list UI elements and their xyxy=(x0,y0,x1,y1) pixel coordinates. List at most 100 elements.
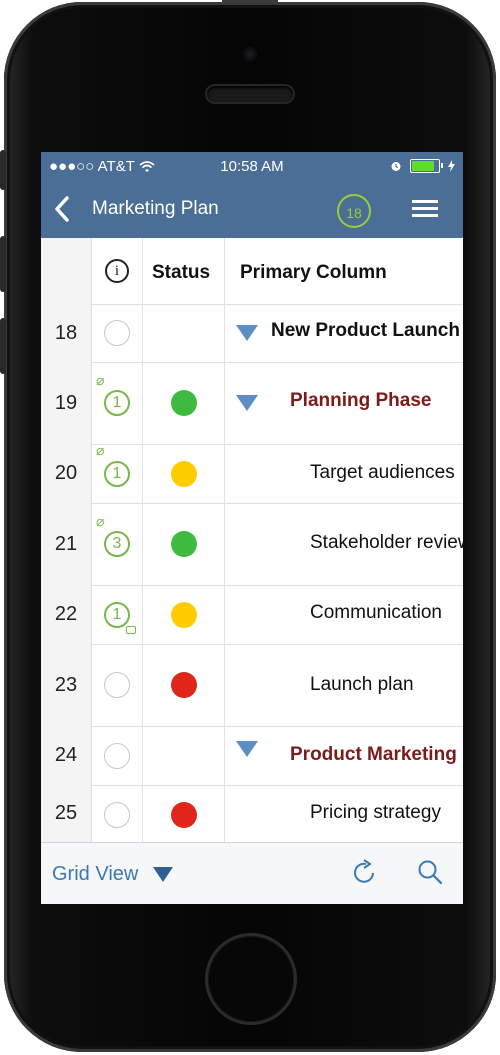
status-yellow-dot xyxy=(171,602,197,628)
attachment-icon: ⌀ xyxy=(96,442,105,458)
volume-up-button xyxy=(0,236,6,292)
reply-count: 3 xyxy=(104,531,130,557)
empty-info-icon xyxy=(104,802,130,828)
status-red-dot xyxy=(171,802,197,828)
row-number: 24 xyxy=(41,726,92,785)
row-title: Launch plan xyxy=(310,674,414,695)
status-cell[interactable] xyxy=(143,644,225,726)
reply-count: 1 xyxy=(104,390,130,416)
refresh-icon[interactable] xyxy=(353,859,379,887)
reply-count: 1 xyxy=(104,461,130,487)
status-header-label: Status xyxy=(152,262,211,283)
primary-cell[interactable]: Stakeholder review xyxy=(225,503,463,585)
row-title: Planning Phase xyxy=(290,390,432,411)
status-cell[interactable] xyxy=(143,726,225,785)
front-camera xyxy=(243,47,257,61)
info-cell[interactable] xyxy=(92,785,143,842)
table-row[interactable]: 23 Launch plan xyxy=(41,644,463,727)
status-right xyxy=(390,159,455,173)
primary-column-header[interactable]: Primary Column xyxy=(225,238,463,304)
status-cell[interactable] xyxy=(143,785,225,842)
hamburger-menu-icon[interactable] xyxy=(412,200,438,218)
primary-cell[interactable]: Product Marketing xyxy=(225,726,463,785)
earpiece xyxy=(207,86,293,102)
primary-cell[interactable]: Target audiences xyxy=(225,444,463,503)
attachment-icon: ⌀ xyxy=(96,372,105,388)
collapse-triangle-icon[interactable] xyxy=(236,325,258,341)
table-row[interactable]: 25 Pricing strategy xyxy=(41,785,463,842)
empty-info-icon xyxy=(104,320,130,346)
empty-info-icon xyxy=(104,743,130,769)
search-icon[interactable] xyxy=(417,859,443,885)
row-number: 25 xyxy=(41,785,92,842)
info-cell[interactable] xyxy=(92,726,143,785)
row-number-header xyxy=(41,238,92,304)
row-number: 21 xyxy=(41,503,92,585)
row-title: Communication xyxy=(310,602,442,623)
volume-down-button xyxy=(0,318,6,374)
status-cell[interactable] xyxy=(143,304,225,362)
home-button[interactable] xyxy=(208,936,294,1022)
table-row[interactable]: 19 ⌀ 1 Planning Phase xyxy=(41,362,463,445)
collapse-triangle-icon[interactable] xyxy=(236,395,258,411)
status-green-dot xyxy=(171,390,197,416)
info-cell[interactable] xyxy=(92,304,143,362)
reply-count: 1 xyxy=(104,602,130,628)
status-column-header[interactable]: Status xyxy=(143,238,225,304)
row-title: Stakeholder review xyxy=(310,532,463,553)
page-title: Marketing Plan xyxy=(92,198,219,219)
status-cell[interactable] xyxy=(143,362,225,444)
status-cell[interactable] xyxy=(143,503,225,585)
primary-cell[interactable]: Communication xyxy=(225,585,463,644)
table-row[interactable]: 22 1 Communication xyxy=(41,585,463,645)
primary-cell[interactable]: Pricing strategy xyxy=(225,785,463,842)
row-number: 22 xyxy=(41,585,92,644)
info-column-header[interactable]: i xyxy=(92,238,143,304)
nav-bar: Marketing Plan 18 xyxy=(41,182,463,238)
status-bar: ●●●○○ AT&T 10:58 AM xyxy=(41,152,463,182)
screen: ●●●○○ AT&T 10:58 AM Marketing Plan 18 i … xyxy=(41,152,463,904)
info-cell[interactable]: 1 xyxy=(92,585,143,644)
table-row[interactable]: 18 New Product Launch xyxy=(41,304,463,363)
battery-icon xyxy=(410,159,443,173)
back-icon[interactable] xyxy=(51,194,73,224)
header-row: i Status Primary Column xyxy=(41,238,463,305)
info-icon: i xyxy=(105,259,129,283)
status-red-dot xyxy=(171,672,197,698)
status-cell[interactable] xyxy=(143,585,225,644)
alarm-icon xyxy=(391,162,401,171)
row-title: New Product Launch xyxy=(271,320,460,341)
charging-icon xyxy=(448,160,455,172)
info-cell[interactable]: ⌀ 1 xyxy=(92,442,143,503)
table-row[interactable]: 21 ⌀ 3 Stakeholder review xyxy=(41,503,463,586)
primary-cell[interactable]: Launch plan xyxy=(225,644,463,726)
bottom-toolbar: Grid View xyxy=(41,842,463,904)
collapse-triangle-icon[interactable] xyxy=(236,741,258,757)
row-number: 20 xyxy=(41,444,92,503)
table-row[interactable]: 20 ⌀ 1 Target audiences xyxy=(41,442,463,504)
attachment-icon: ⌀ xyxy=(96,513,105,529)
row-number: 23 xyxy=(41,644,92,726)
row-title: Product Marketing xyxy=(290,744,457,765)
primary-cell[interactable]: New Product Launch xyxy=(225,304,463,362)
info-cell[interactable]: ⌀ 1 xyxy=(92,362,143,444)
view-selector-label[interactable]: Grid View xyxy=(52,863,138,886)
status-green-dot xyxy=(171,531,197,557)
notification-badge[interactable]: 18 xyxy=(337,194,371,228)
dropdown-arrow-icon[interactable] xyxy=(153,867,173,882)
status-cell[interactable] xyxy=(143,444,225,503)
row-title: Pricing strategy xyxy=(310,802,441,823)
row-title: Target audiences xyxy=(310,462,455,483)
top-button xyxy=(222,0,278,5)
sheet-grid: i Status Primary Column 18 New Product L… xyxy=(41,238,463,842)
info-cell[interactable]: ⌀ 3 xyxy=(92,503,143,585)
primary-cell[interactable]: Planning Phase xyxy=(225,362,463,444)
table-row[interactable]: 24 Product Marketing xyxy=(41,726,463,786)
mute-switch xyxy=(0,150,6,190)
primary-header-label: Primary Column xyxy=(240,262,387,283)
info-cell[interactable] xyxy=(92,644,143,726)
comment-icon xyxy=(126,626,136,634)
row-number: 18 xyxy=(41,304,92,362)
empty-info-icon xyxy=(104,672,130,698)
row-number: 19 xyxy=(41,362,92,444)
